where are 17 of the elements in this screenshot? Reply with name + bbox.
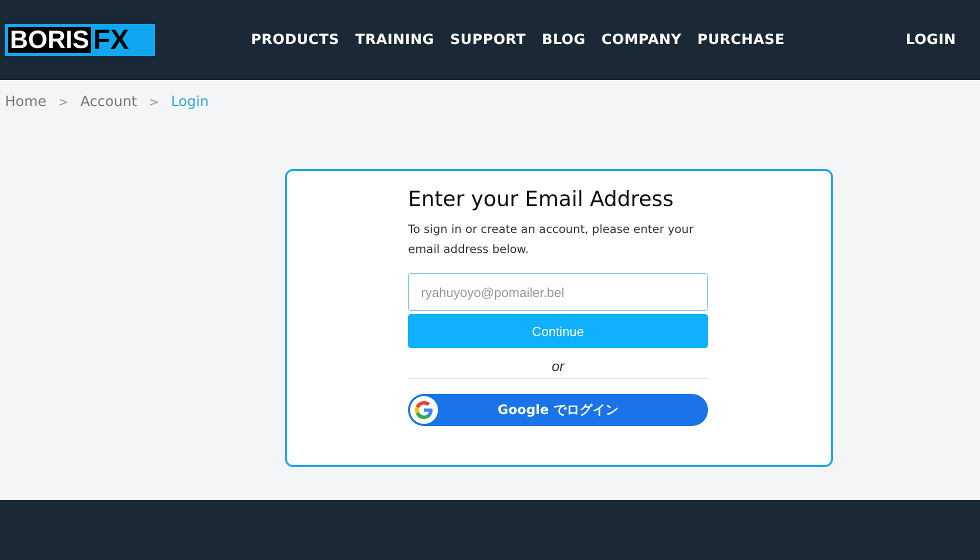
nav-link[interactable]: SUPPORT — [450, 32, 526, 48]
breadcrumb-separator: > — [58, 95, 68, 109]
login-link[interactable]: LOGIN — [906, 32, 956, 48]
nav-link[interactable]: PRODUCTS — [251, 32, 340, 48]
nav-link[interactable]: PURCHASE — [697, 32, 785, 48]
breadcrumb-link[interactable]: Home — [5, 94, 46, 110]
nav-link[interactable]: COMPANY — [602, 32, 682, 48]
nav-link[interactable]: TRAINING — [355, 32, 434, 48]
form-title: Enter your Email Address — [408, 187, 675, 211]
google-g-icon — [410, 396, 438, 424]
nav-link[interactable]: BLOG — [542, 32, 586, 48]
form-description: To sign in or create an account, please enter your email address below. — [408, 221, 695, 258]
logo[interactable]: BORIS FX — [5, 24, 155, 56]
breadcrumb-link[interactable]: Account — [80, 94, 137, 110]
google-login-button[interactable]: Google でログイン — [408, 394, 708, 426]
breadcrumb-separator: > — [148, 95, 159, 109]
or-divider: or — [408, 356, 708, 379]
